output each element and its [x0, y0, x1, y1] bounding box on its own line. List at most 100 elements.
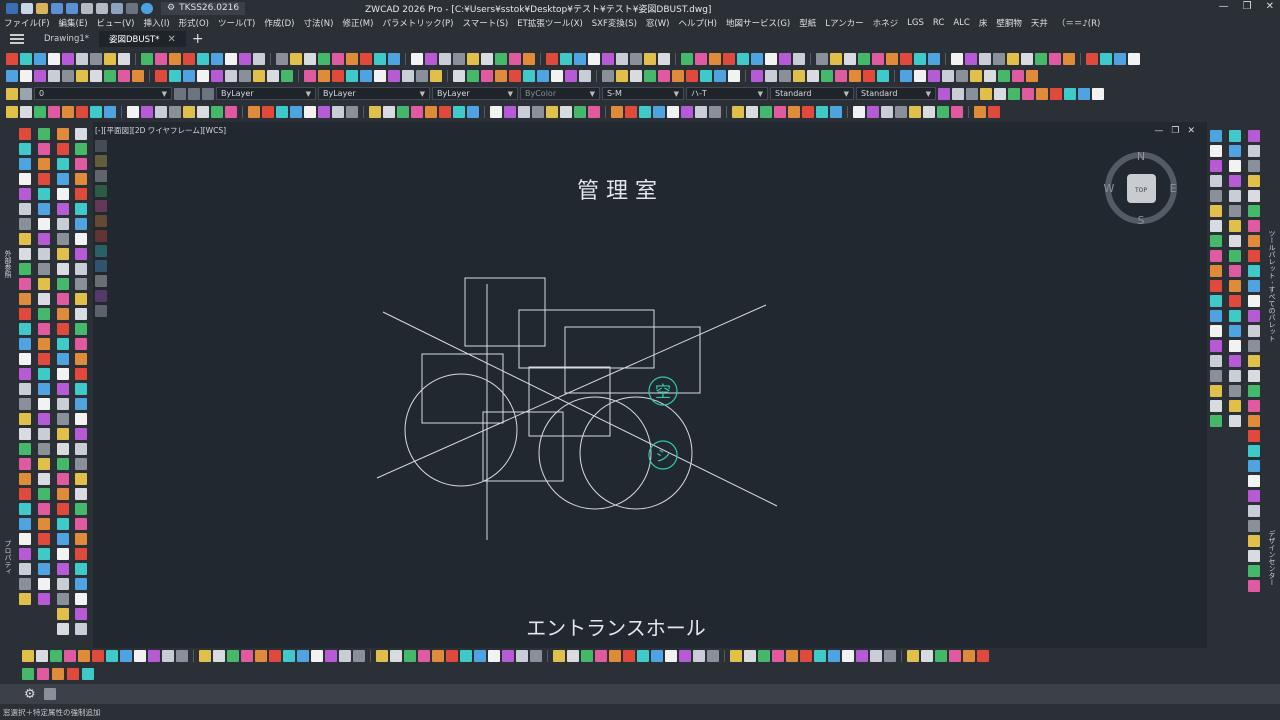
tool-button-icon[interactable]: [977, 650, 989, 662]
tool-button-icon[interactable]: [1229, 190, 1241, 202]
lineweight-dropdown[interactable]: ByLayer ▼: [432, 87, 518, 100]
tool-button-icon[interactable]: [38, 173, 50, 185]
make-current-icon[interactable]: [188, 87, 200, 100]
tool-button-icon[interactable]: [732, 105, 744, 118]
tool-button-icon[interactable]: [1248, 355, 1260, 367]
tool-button-icon[interactable]: [48, 69, 60, 82]
plotstyle-dropdown[interactable]: ByColor ▼: [520, 87, 600, 100]
tool-button-icon[interactable]: [560, 105, 572, 118]
tool-button-icon[interactable]: [57, 473, 69, 485]
rectangle-5[interactable]: [528, 366, 611, 437]
print-icon[interactable]: [81, 2, 93, 14]
tool-button-icon[interactable]: [681, 52, 693, 65]
tool-button-icon[interactable]: [19, 308, 31, 320]
tool-button-icon[interactable]: [993, 52, 1005, 65]
tool-button-icon[interactable]: [665, 650, 677, 662]
tool-button-icon[interactable]: [57, 488, 69, 500]
tool-button-icon[interactable]: [595, 650, 607, 662]
tool-button-icon[interactable]: [104, 69, 116, 82]
tool-button-icon[interactable]: [148, 650, 160, 662]
tool-button-icon[interactable]: [75, 368, 87, 380]
tool-button-icon[interactable]: [709, 52, 721, 65]
tool-button-icon[interactable]: [75, 563, 87, 575]
tool-button-icon[interactable]: [695, 105, 707, 118]
tool-button-icon[interactable]: [1049, 52, 1061, 65]
tool-button-icon[interactable]: [565, 69, 577, 82]
tool-button-icon[interactable]: [1210, 325, 1222, 337]
tool-button-icon[interactable]: [1248, 520, 1260, 532]
tool-button-icon[interactable]: [19, 248, 31, 260]
menu-item[interactable]: ET拡張ツール(X): [517, 17, 583, 29]
tool-button-icon[interactable]: [38, 143, 50, 155]
tool-button-icon[interactable]: [681, 105, 693, 118]
tool-button-icon[interactable]: [57, 173, 69, 185]
tool-button-icon[interactable]: [38, 323, 50, 335]
tool-button-icon[interactable]: [1210, 400, 1222, 412]
menu-icon[interactable]: [10, 34, 24, 44]
tool-button-icon[interactable]: [75, 533, 87, 545]
tool-button-icon[interactable]: [75, 398, 87, 410]
tool-button-icon[interactable]: [57, 503, 69, 515]
tool-button-icon[interactable]: [1248, 205, 1260, 217]
tool-button-icon[interactable]: [75, 623, 87, 635]
tool-button-icon[interactable]: [952, 87, 964, 100]
tool-button-icon[interactable]: [1114, 52, 1126, 65]
tool-button-icon[interactable]: [57, 593, 69, 605]
tool-button-icon[interactable]: [970, 69, 982, 82]
tool-button-icon[interactable]: [360, 69, 372, 82]
tool-button-icon[interactable]: [553, 650, 565, 662]
tool-button-icon[interactable]: [304, 52, 316, 65]
tool-button-icon[interactable]: [106, 650, 118, 662]
tool-button-icon[interactable]: [793, 52, 805, 65]
tool-button-icon[interactable]: [19, 458, 31, 470]
tool-button-icon[interactable]: [75, 383, 87, 395]
tool-button-icon[interactable]: [1248, 385, 1260, 397]
tool-button-icon[interactable]: [19, 263, 31, 275]
tool-button-icon[interactable]: [34, 52, 46, 65]
tool-button-icon[interactable]: [1248, 265, 1260, 277]
tool-button-icon[interactable]: [800, 650, 812, 662]
tool-button-icon[interactable]: [1229, 295, 1241, 307]
tool-button-icon[interactable]: [1248, 580, 1260, 592]
maximize-button[interactable]: ❐: [1243, 1, 1252, 12]
tool-button-icon[interactable]: [1210, 295, 1222, 307]
tool-button-icon[interactable]: [38, 458, 50, 470]
tool-button-icon[interactable]: [658, 69, 670, 82]
tool-button-icon[interactable]: [332, 69, 344, 82]
tool-button-icon[interactable]: [849, 69, 861, 82]
tool-button-icon[interactable]: [19, 428, 31, 440]
tool-button-icon[interactable]: [830, 52, 842, 65]
tool-button-icon[interactable]: [19, 173, 31, 185]
tool-button-icon[interactable]: [1248, 550, 1260, 562]
tool-button-icon[interactable]: [453, 105, 465, 118]
rectangle-2[interactable]: [518, 309, 655, 369]
tool-button-icon[interactable]: [57, 263, 69, 275]
tool-button-icon[interactable]: [1229, 145, 1241, 157]
tool-button-icon[interactable]: [75, 593, 87, 605]
tool-button-icon[interactable]: [1248, 535, 1260, 547]
tool-button-icon[interactable]: [644, 69, 656, 82]
tool-button-icon[interactable]: [551, 69, 563, 82]
tool-button-icon[interactable]: [290, 52, 302, 65]
tool-button-icon[interactable]: [1248, 130, 1260, 142]
tool-button-icon[interactable]: [1229, 205, 1241, 217]
layer-dropdown[interactable]: 0 ▼: [34, 87, 172, 100]
tool-button-icon[interactable]: [974, 105, 986, 118]
tool-button-icon[interactable]: [1248, 160, 1260, 172]
tool-button-icon[interactable]: [1229, 340, 1241, 352]
menu-item[interactable]: SXF変換(S): [592, 17, 637, 29]
tool-button-icon[interactable]: [1078, 87, 1090, 100]
menu-item[interactable]: Lアンカー: [825, 17, 863, 29]
tool-button-icon[interactable]: [57, 608, 69, 620]
tool-button-icon[interactable]: [625, 105, 637, 118]
tool-button-icon[interactable]: [155, 69, 167, 82]
tool-button-icon[interactable]: [516, 650, 528, 662]
layer-manager-icon[interactable]: [6, 87, 18, 100]
tool-button-icon[interactable]: [1248, 145, 1260, 157]
tool-button-icon[interactable]: [75, 608, 87, 620]
menu-item[interactable]: ファイル(F): [4, 17, 50, 29]
rectangle-4[interactable]: [421, 353, 504, 424]
tool-button-icon[interactable]: [267, 69, 279, 82]
tool-button-icon[interactable]: [1248, 460, 1260, 472]
tool-button-icon[interactable]: [707, 650, 719, 662]
